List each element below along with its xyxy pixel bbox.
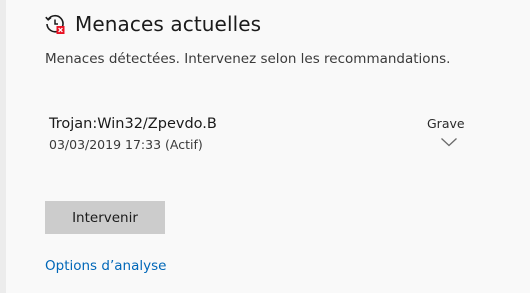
left-nav-edge (0, 0, 6, 293)
threat-name: Trojan:Win32/Zpevdo.B (49, 116, 217, 132)
history-threat-icon (44, 13, 66, 35)
section-header: Menaces actuelles (44, 10, 261, 38)
section-subtitle: Menaces détectées. Intervenez selon les … (45, 51, 451, 67)
threat-date-status: 03/03/2019 17:33 (Actif) (49, 137, 203, 152)
section-title: Menaces actuelles (75, 12, 262, 36)
take-action-button[interactable]: Intervenir (45, 201, 165, 234)
threat-severity: Grave (427, 116, 465, 131)
scan-options-link[interactable]: Options d’analyse (45, 258, 166, 274)
chevron-down-icon[interactable] (440, 136, 458, 148)
